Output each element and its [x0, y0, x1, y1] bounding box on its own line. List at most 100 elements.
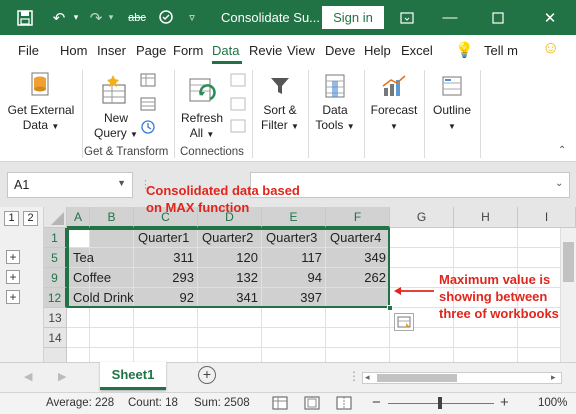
- scrollbar-thumb[interactable]: [563, 242, 574, 282]
- ribbon-tabs: File Hom Inser Page Form Data Revie View…: [0, 35, 576, 65]
- lightbulb-icon[interactable]: 💡: [455, 41, 474, 59]
- refresh-all-button[interactable]: Refresh All ▼: [178, 69, 226, 142]
- tab-view[interactable]: View: [287, 43, 315, 58]
- tab-page-layout[interactable]: Page: [136, 43, 166, 58]
- properties-icon[interactable]: [230, 97, 246, 114]
- row-header-1[interactable]: 1: [44, 228, 67, 248]
- expand-row-button[interactable]: +: [6, 270, 20, 284]
- zoom-out-icon[interactable]: −: [372, 394, 381, 411]
- row-header-13[interactable]: 13: [44, 308, 67, 328]
- ribbon-separator: [174, 70, 175, 158]
- customize-toolbar-icon[interactable]: ▿: [182, 0, 202, 35]
- column-header-b[interactable]: B: [90, 207, 134, 228]
- edit-links-icon[interactable]: [230, 119, 246, 136]
- spelling-button[interactable]: abc: [124, 0, 150, 35]
- redo-dropdown-icon[interactable]: ▾: [106, 0, 116, 35]
- document-title: Consolidate Su...: [221, 10, 321, 25]
- zoom-slider-thumb[interactable]: [438, 397, 442, 409]
- maximize-icon[interactable]: [478, 0, 518, 35]
- ribbon-display-icon[interactable]: [392, 0, 422, 35]
- redo-icon[interactable]: ↷: [86, 0, 106, 35]
- collapse-ribbon-icon[interactable]: ⌃: [558, 145, 566, 156]
- status-sum: Sum: 2508: [194, 397, 250, 409]
- data-tools-icon: [312, 69, 358, 103]
- connections-icon[interactable]: [230, 73, 246, 90]
- tab-excel[interactable]: Excel: [401, 43, 433, 58]
- from-table-icon[interactable]: [140, 97, 156, 114]
- outline-level-1-button[interactable]: 1: [4, 211, 19, 226]
- tab-help[interactable]: Help: [364, 43, 391, 58]
- expand-formula-bar-icon[interactable]: ⌄: [555, 178, 563, 189]
- close-icon[interactable]: ✕: [528, 0, 572, 35]
- column-header-f[interactable]: F: [326, 207, 390, 228]
- add-sheet-icon[interactable]: +: [198, 366, 216, 384]
- ribbon-separator: [424, 70, 425, 158]
- column-header-h[interactable]: H: [454, 207, 518, 228]
- row-header-9[interactable]: 9: [44, 268, 67, 288]
- tab-file[interactable]: File: [18, 43, 39, 58]
- chevron-down-icon[interactable]: ▼: [117, 178, 126, 188]
- ribbon-separator: [480, 70, 481, 158]
- row-header-12[interactable]: 12: [44, 288, 67, 308]
- row-header-14[interactable]: 14: [44, 328, 67, 348]
- vertical-scrollbar[interactable]: [560, 228, 576, 362]
- column-header-g[interactable]: G: [390, 207, 454, 228]
- row-header-15[interactable]: [44, 348, 67, 362]
- undo-dropdown-icon[interactable]: ▾: [70, 0, 82, 35]
- zoom-level[interactable]: 100%: [538, 397, 567, 409]
- touch-mode-icon[interactable]: [156, 0, 176, 35]
- outline-button[interactable]: Outline ▼: [428, 69, 476, 134]
- undo-icon[interactable]: ↶: [48, 0, 70, 35]
- ribbon: Get External Data ▼ New Query ▼ Get & Tr…: [0, 65, 576, 162]
- normal-view-icon[interactable]: [272, 396, 288, 413]
- drag-handle-icon[interactable]: ⋮: [348, 369, 360, 383]
- name-box[interactable]: A1 ▼: [7, 172, 133, 198]
- minimize-icon[interactable]: —: [430, 0, 470, 35]
- expand-row-button[interactable]: +: [6, 290, 20, 304]
- active-tab-indicator: [212, 61, 242, 64]
- sort-filter-button[interactable]: Sort & Filter ▼: [256, 69, 304, 134]
- ribbon-separator: [252, 70, 253, 158]
- tab-review[interactable]: Revie: [249, 43, 282, 58]
- get-external-data-button[interactable]: Get External Data ▼: [4, 69, 78, 134]
- show-queries-icon[interactable]: [140, 73, 156, 90]
- data-tools-button[interactable]: Data Tools ▼: [312, 69, 358, 134]
- quick-analysis-icon[interactable]: [394, 313, 414, 331]
- selection-border: [67, 228, 390, 308]
- outline-icon: [428, 69, 476, 103]
- page-layout-view-icon[interactable]: [304, 396, 320, 413]
- horizontal-scrollbar[interactable]: ◂ ▸: [362, 372, 562, 384]
- recent-sources-icon[interactable]: [140, 119, 156, 138]
- forecast-button[interactable]: Forecast ▼: [368, 69, 420, 134]
- chevron-down-icon: ▼: [206, 130, 215, 139]
- sheet-tab-sheet1[interactable]: Sheet1: [100, 362, 166, 390]
- column-header-i[interactable]: I: [518, 207, 576, 228]
- tab-data[interactable]: Data: [212, 43, 239, 58]
- smiley-feedback-icon[interactable]: ☺: [542, 38, 559, 58]
- new-query-button[interactable]: New Query ▼: [88, 69, 144, 142]
- tab-formulas[interactable]: Form: [173, 43, 203, 58]
- sign-in-button[interactable]: Sign in: [322, 6, 384, 29]
- annotation-top: Consolidated data based on MAX function: [146, 182, 300, 216]
- scroll-right-icon[interactable]: ▶: [58, 370, 66, 383]
- zoom-in-icon[interactable]: +: [500, 394, 509, 411]
- scrollbar-thumb[interactable]: [377, 374, 457, 382]
- fill-handle[interactable]: [387, 305, 393, 311]
- scroll-left-icon[interactable]: ◀: [24, 370, 32, 383]
- outline-level-2-button[interactable]: 2: [23, 211, 38, 226]
- tab-home[interactable]: Hom: [60, 43, 87, 58]
- row-header-5[interactable]: 5: [44, 248, 67, 268]
- save-icon[interactable]: [14, 0, 36, 35]
- group-connections-label: Connections: [180, 146, 244, 158]
- page-break-view-icon[interactable]: [336, 396, 352, 413]
- select-all-button[interactable]: [44, 207, 67, 228]
- scroll-left-icon[interactable]: ◂: [365, 372, 370, 383]
- expand-row-button[interactable]: +: [6, 250, 20, 264]
- annotation-arrow: [394, 287, 434, 295]
- get-external-data-label-2: Data: [22, 118, 49, 132]
- tab-insert[interactable]: Inser: [97, 43, 126, 58]
- tab-developer[interactable]: Deve: [325, 43, 355, 58]
- scroll-right-icon[interactable]: ▸: [551, 372, 556, 383]
- column-header-a[interactable]: A: [67, 207, 90, 228]
- tell-me-box[interactable]: Tell m: [484, 43, 518, 58]
